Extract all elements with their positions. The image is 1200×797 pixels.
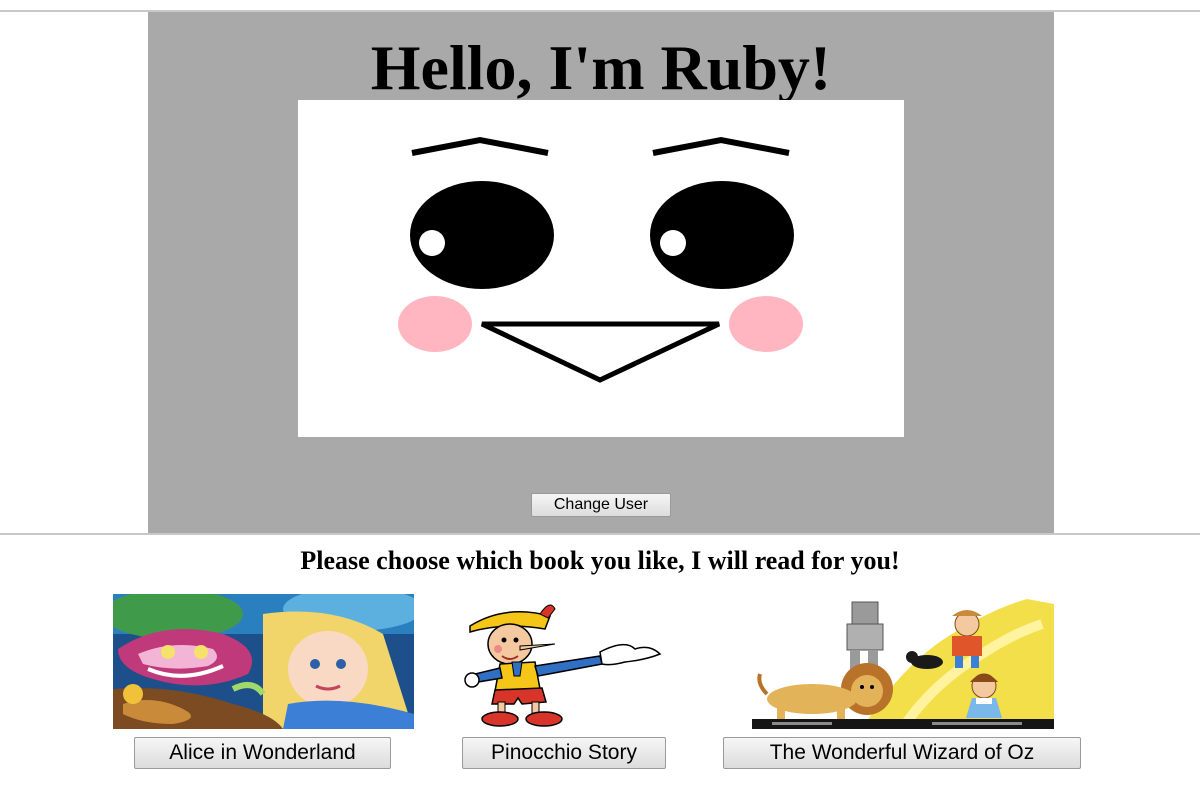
robot-stage: Hello, I'm Ruby! Change User [148,12,1054,533]
greeting-title: Hello, I'm Ruby! [370,32,832,103]
mouth [480,321,721,383]
book-button-alice[interactable]: Alice in Wonderland [134,737,391,769]
section-divider [0,533,1200,535]
right-eye-highlight [660,230,686,256]
right-cheek [729,296,803,352]
page: Hello, I'm Ruby! Change User Please choo… [0,0,1200,797]
book-button-oz[interactable]: The Wonderful Wizard of Oz [723,737,1081,769]
book-button-pinocchio[interactable]: Pinocchio Story [462,737,666,769]
alice-cover-image[interactable] [113,594,414,729]
book-prompt: Please choose which book you like, I wil… [300,546,900,575]
change-user-button[interactable]: Change User [531,493,671,517]
robot-face-canvas [298,100,904,437]
left-eye-highlight [419,230,445,256]
left-eyebrow [411,136,549,156]
left-cheek [398,296,472,352]
pinocchio-cover-image[interactable] [460,594,670,729]
right-eyebrow [652,136,790,156]
wizard-of-oz-cover-image[interactable] [752,594,1054,729]
